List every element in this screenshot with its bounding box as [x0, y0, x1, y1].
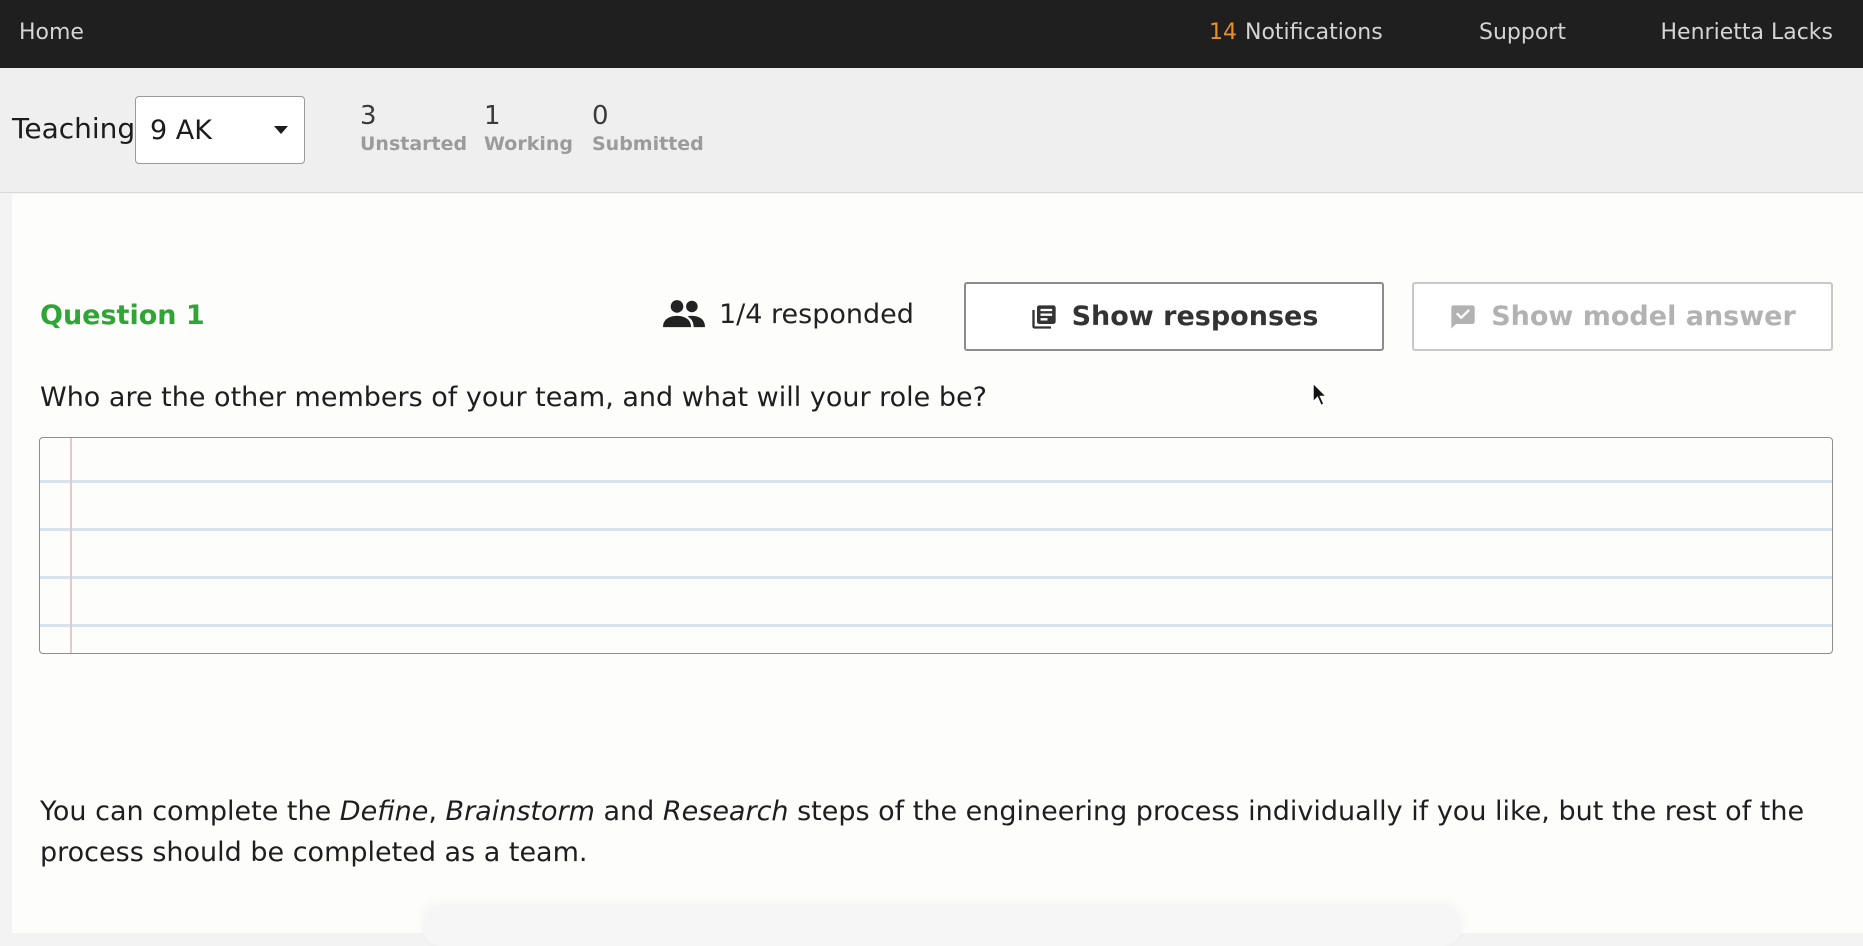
- stat-unstarted-count: 3: [360, 101, 377, 131]
- info-research: Research: [662, 796, 789, 827]
- show-responses-label: Show responses: [1071, 301, 1319, 332]
- class-select-value: 9 AK: [150, 115, 212, 146]
- checked-comment-icon: [1451, 304, 1475, 329]
- answer-textarea[interactable]: [39, 437, 1833, 654]
- support-link[interactable]: Support: [1479, 20, 1566, 45]
- question-text: Who are the other members of your team, …: [40, 382, 987, 413]
- info-sep2: and: [594, 796, 663, 827]
- answer-margin-line: [70, 438, 72, 653]
- stat-unstarted-label: Unstarted: [360, 133, 468, 155]
- show-responses-button[interactable]: Show responses: [964, 282, 1384, 351]
- next-card-edge: [422, 906, 1462, 946]
- info-brainstorm: Brainstorm: [445, 796, 595, 827]
- people-icon: [663, 300, 705, 328]
- question-title: Question 1: [40, 300, 205, 331]
- teaching-label: Teaching: [12, 112, 136, 145]
- mouse-pointer-icon: [1312, 382, 1328, 407]
- stat-working: 1 Working: [484, 102, 573, 155]
- show-model-answer-label: Show model answer: [1491, 301, 1796, 332]
- stat-working-label: Working: [484, 133, 573, 155]
- stat-submitted-label: Submitted: [592, 133, 704, 155]
- responded-text: 1/4 responded: [719, 298, 914, 330]
- responded-count: 1/4 responded: [663, 296, 914, 332]
- stat-submitted: 0 Submitted: [592, 102, 704, 155]
- class-select-dropdown[interactable]: 9 AK: [135, 96, 305, 164]
- home-link[interactable]: Home: [19, 20, 84, 45]
- stat-working-count: 1: [484, 101, 501, 131]
- user-menu-link[interactable]: Henrietta Lacks: [1661, 20, 1833, 45]
- class-status-bar: Teaching 9 AK 3 Unstarted 1 Working 0 Su…: [0, 68, 1863, 193]
- notifications-link[interactable]: 14 Notifications: [1209, 20, 1383, 45]
- info-define: Define: [339, 796, 429, 827]
- top-navigation-bar: Home 14 Notifications Support Henrietta L…: [0, 0, 1863, 68]
- info-sep1: ,: [428, 796, 446, 827]
- library-books-icon: [1031, 304, 1056, 329]
- show-model-answer-button[interactable]: Show model answer: [1412, 282, 1833, 351]
- stat-submitted-count: 0: [592, 101, 609, 131]
- stat-unstarted: 3 Unstarted: [360, 102, 467, 155]
- question-content-panel: Question 1 1/4 responded Show responses …: [12, 194, 1863, 946]
- notifications-count: 14: [1209, 20, 1237, 45]
- info-text-part1: You can complete the: [40, 796, 340, 827]
- caret-down-icon: [274, 126, 288, 134]
- info-paragraph: You can complete the Define, Brainstorm …: [40, 791, 1830, 873]
- notifications-label: Notifications: [1245, 20, 1383, 45]
